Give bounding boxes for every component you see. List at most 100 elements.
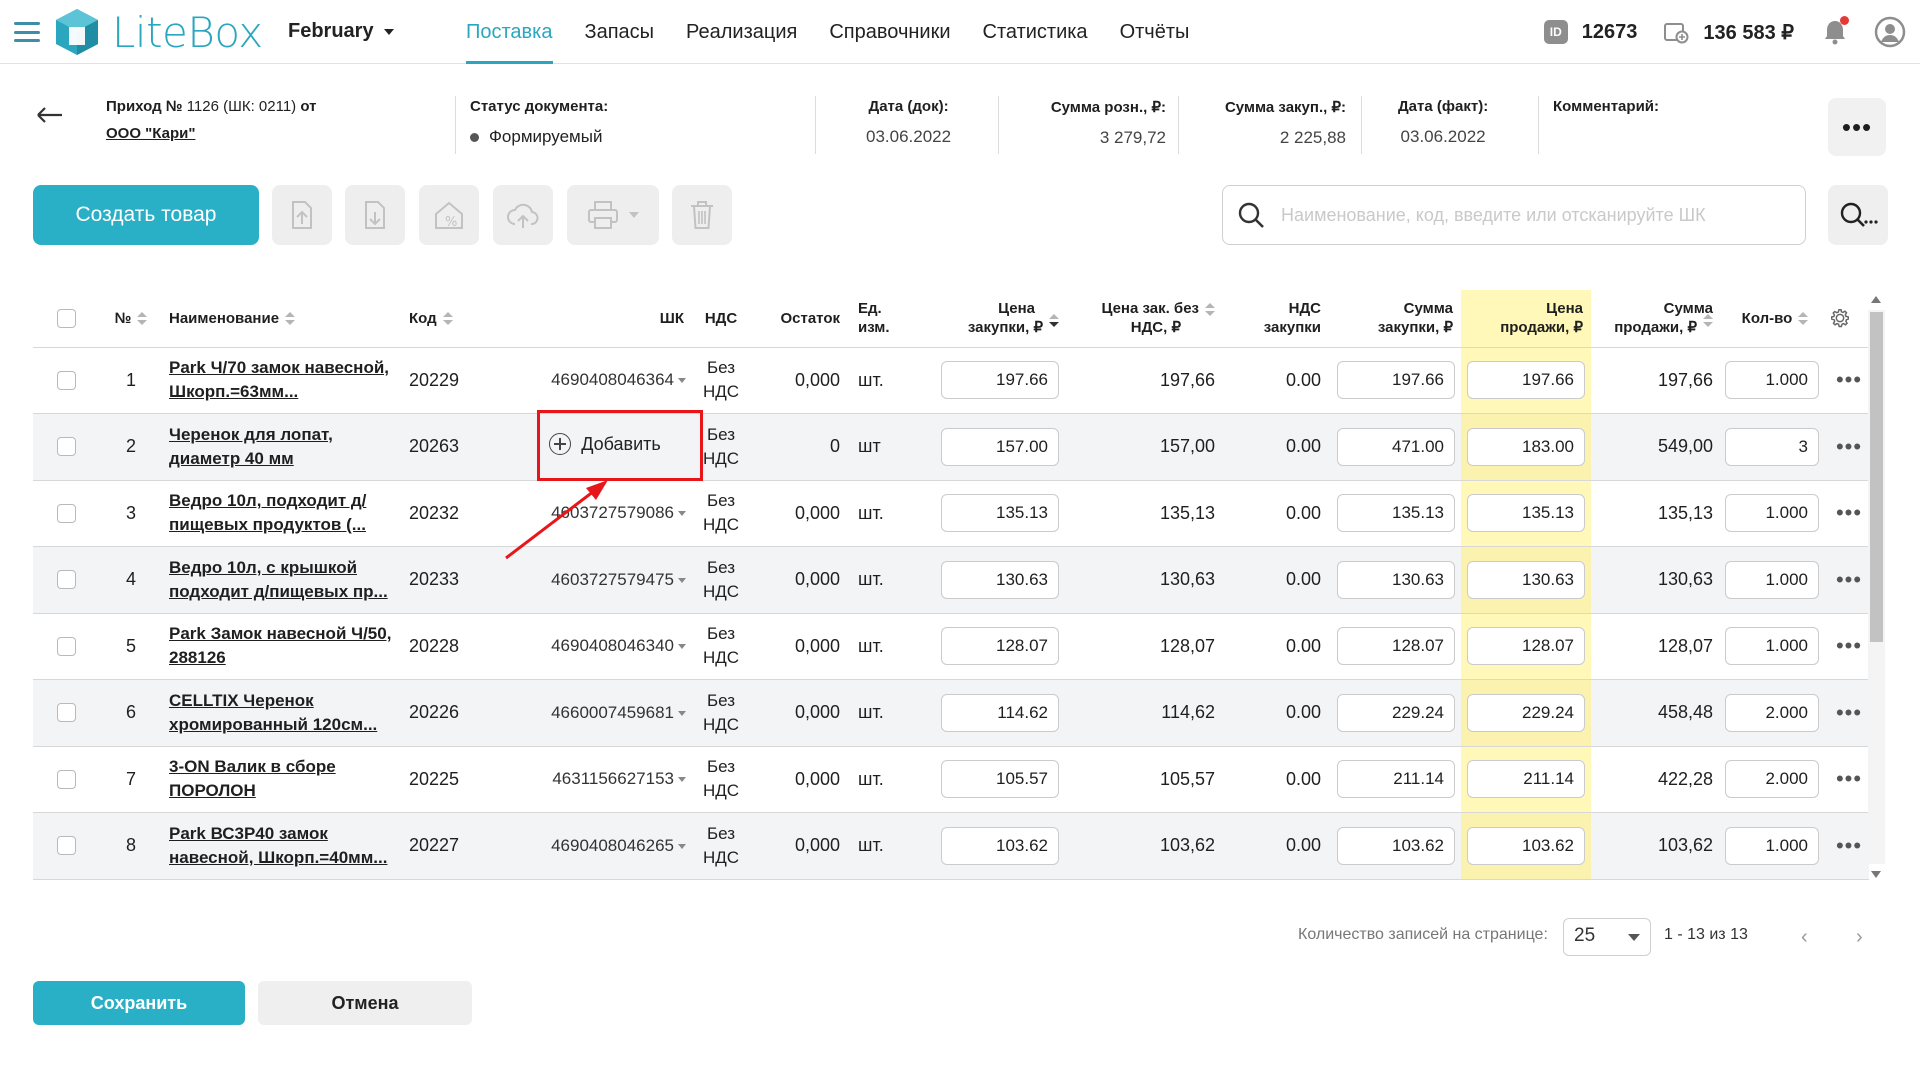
barcode-cell[interactable]: 4690408046265	[524, 812, 692, 880]
prev-page-button[interactable]: ‹	[1801, 926, 1808, 949]
table-row[interactable]: 4 Ведро 10л, с крышкой подходит д/пищевы…	[33, 546, 1869, 614]
upload-button[interactable]	[272, 185, 332, 245]
col-num[interactable]: №	[103, 290, 159, 348]
row-more-button[interactable]: •••	[1829, 746, 1869, 813]
table-scrollbar[interactable]	[1868, 290, 1885, 884]
scroll-down-icon[interactable]	[1871, 871, 1881, 878]
product-name-link[interactable]: Черенок для лопат, диаметр 40 мм	[169, 423, 393, 471]
row-more-button[interactable]: •••	[1829, 546, 1869, 614]
product-name-link[interactable]: Park Ч/70 замок навесной, Шкорп.=63мм...	[169, 356, 393, 404]
back-arrow-icon[interactable]	[36, 106, 64, 124]
price-sale-input[interactable]: 103.62	[1467, 826, 1585, 865]
table-row[interactable]: 1 Park Ч/70 замок навесной, Шкорп.=63мм.…	[33, 347, 1869, 414]
price-purchase-input[interactable]: 157.00	[941, 427, 1059, 466]
product-name-link[interactable]: 3-ON Валик в сборе ПОРОЛОН БЕСШОВНЫЙ...	[169, 755, 393, 803]
supplier-link[interactable]: ООО "Кари"	[106, 125, 317, 142]
next-page-button[interactable]: ›	[1856, 926, 1863, 949]
sum-purchase-input[interactable]: 128.07	[1337, 627, 1455, 666]
nav-item-spravochniki[interactable]: Справочники	[813, 0, 966, 64]
barcode-cell[interactable]: 4690408046340	[524, 613, 692, 680]
sum-purchase-input[interactable]: 229.24	[1337, 693, 1455, 732]
logo[interactable]: LiteBox	[52, 6, 263, 58]
row-more-button[interactable]: •••	[1829, 413, 1869, 481]
product-name-link[interactable]: Ведро 10л, подходит д/пищевых продуктов …	[169, 489, 393, 537]
table-row[interactable]: 5 Park Замок навесной Ч/50, 288126 20228…	[33, 613, 1869, 680]
create-product-button[interactable]: Создать товар	[33, 185, 259, 245]
sum-purchase-input[interactable]: 471.00	[1337, 427, 1455, 466]
product-name-link[interactable]: Ведро 10л, с крышкой подходит д/пищевых …	[169, 556, 393, 604]
col-name[interactable]: Наименование	[159, 290, 399, 348]
row-checkbox[interactable]	[57, 769, 76, 789]
qty-input[interactable]: 2.000	[1725, 693, 1819, 732]
barcode-cell[interactable]: 4660007459681	[524, 679, 692, 747]
qty-input[interactable]: 1.000	[1725, 826, 1819, 865]
month-select[interactable]: February	[288, 20, 394, 43]
row-more-button[interactable]: •••	[1829, 679, 1869, 747]
markup-button[interactable]: %	[419, 185, 479, 245]
price-purchase-input[interactable]: 197.66	[941, 361, 1059, 400]
qty-input[interactable]: 3	[1725, 427, 1819, 466]
row-more-button[interactable]: •••	[1829, 613, 1869, 680]
product-name-link[interactable]: Park Замок навесной Ч/50, 288126	[169, 622, 393, 670]
nav-item-realizatsiya[interactable]: Реализация	[670, 0, 813, 64]
row-checkbox[interactable]	[57, 570, 76, 590]
qty-input[interactable]: 1.000	[1725, 627, 1819, 666]
price-sale-input[interactable]: 197.66	[1467, 361, 1585, 400]
barcode-cell[interactable]: 4690408046364	[524, 347, 692, 414]
table-row[interactable]: 6 CELLTIX Черенок хромированный 120см...…	[33, 679, 1869, 747]
per-page-select[interactable]: 25	[1563, 918, 1651, 956]
nav-item-zapasy[interactable]: Запасы	[569, 0, 671, 64]
row-more-button[interactable]: •••	[1829, 347, 1869, 414]
price-sale-input[interactable]: 229.24	[1467, 693, 1585, 732]
search-input[interactable]	[1281, 204, 1781, 226]
row-checkbox[interactable]	[57, 437, 76, 457]
price-sale-input[interactable]: 130.63	[1467, 560, 1585, 599]
scroll-thumb[interactable]	[1870, 312, 1883, 642]
table-row[interactable]: 2 Черенок для лопат, диаметр 40 мм 20263…	[33, 413, 1869, 481]
barcode-cell[interactable]: 4631156627153	[524, 746, 692, 813]
sum-purchase-input[interactable]: 197.66	[1337, 361, 1455, 400]
sum-purchase-input[interactable]: 135.13	[1337, 494, 1455, 533]
cancel-button[interactable]: Отмена	[258, 981, 472, 1025]
row-more-button[interactable]: •••	[1829, 812, 1869, 880]
product-name-link[interactable]: Park ВС3Р40 замок навесной, Шкорп.=40мм.…	[169, 822, 393, 870]
sum-purchase-input[interactable]: 211.14	[1337, 760, 1455, 799]
row-more-button[interactable]: •••	[1829, 480, 1869, 547]
print-button[interactable]	[567, 185, 659, 245]
nav-item-otchety[interactable]: Отчёты	[1104, 0, 1206, 64]
avatar-icon[interactable]	[1874, 16, 1906, 48]
col-price-purchase[interactable]: Цена закупки, ₽	[910, 290, 1067, 348]
qty-input[interactable]: 1.000	[1725, 361, 1819, 400]
row-checkbox[interactable]	[57, 636, 76, 656]
advanced-search-button[interactable]	[1828, 185, 1888, 245]
row-checkbox[interactable]	[57, 836, 76, 856]
row-checkbox[interactable]	[57, 703, 76, 723]
price-sale-input[interactable]: 135.13	[1467, 494, 1585, 533]
table-settings[interactable]	[1829, 290, 1869, 348]
download-button[interactable]	[345, 185, 405, 245]
nav-item-statistika[interactable]: Статистика	[967, 0, 1104, 64]
menu-icon[interactable]	[14, 22, 40, 42]
table-row[interactable]: 3 Ведро 10л, подходит д/пищевых продукто…	[33, 480, 1869, 547]
delete-button[interactable]	[672, 185, 732, 245]
row-checkbox[interactable]	[57, 503, 76, 523]
price-purchase-input[interactable]: 135.13	[941, 494, 1059, 533]
table-row[interactable]: 7 3-ON Валик в сборе ПОРОЛОН БЕСШОВНЫЙ..…	[33, 746, 1869, 813]
price-purchase-input[interactable]: 103.62	[941, 826, 1059, 865]
select-all-checkbox[interactable]	[57, 308, 76, 328]
col-sum-sale[interactable]: Сумма продажи, ₽	[1591, 290, 1721, 348]
price-sale-input[interactable]: 183.00	[1467, 427, 1585, 466]
price-purchase-input[interactable]: 105.57	[941, 760, 1059, 799]
more-options-button[interactable]: •••	[1828, 98, 1886, 156]
notifications-button[interactable]	[1822, 16, 1849, 46]
price-purchase-input[interactable]: 128.07	[941, 627, 1059, 666]
price-purchase-input[interactable]: 114.62	[941, 693, 1059, 732]
price-sale-input[interactable]: 128.07	[1467, 627, 1585, 666]
cloud-upload-button[interactable]	[493, 185, 553, 245]
row-checkbox[interactable]	[57, 370, 76, 390]
save-button[interactable]: Сохранить	[33, 981, 245, 1025]
product-name-link[interactable]: CELLTIX Черенок хромированный 120см...	[169, 689, 393, 737]
qty-input[interactable]: 1.000	[1725, 560, 1819, 599]
scroll-up-icon[interactable]	[1871, 296, 1881, 303]
col-qty[interactable]: Кол-во	[1721, 290, 1829, 348]
